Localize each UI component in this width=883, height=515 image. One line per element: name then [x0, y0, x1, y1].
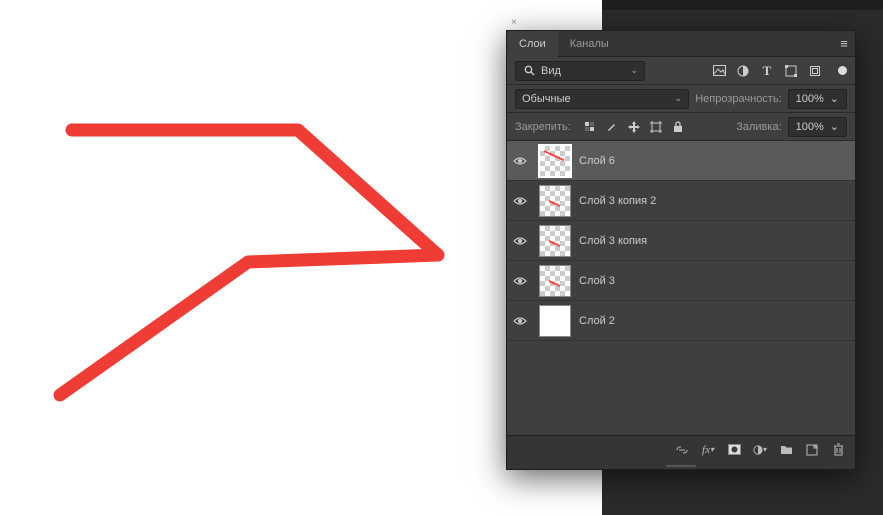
filter-toggle-icon[interactable] [838, 66, 847, 75]
lock-fill-row: Закрепить: Заливка: 100% ⌄ [507, 113, 855, 141]
layer-row[interactable]: Слой 3 [507, 261, 855, 301]
search-icon [522, 64, 536, 78]
panel-tabs: Слои Каналы ≡ [507, 31, 855, 57]
chevron-down-icon: ⌄ [827, 120, 842, 133]
chevron-down-icon: ⌄ [675, 93, 683, 104]
image-icon[interactable] [712, 64, 726, 78]
fill-label: Заливка: [736, 121, 781, 133]
layer-row[interactable]: Слой 3 копия [507, 221, 855, 261]
shape-icon[interactable] [784, 64, 798, 78]
panel-menu-icon[interactable]: ≡ [833, 36, 855, 51]
link-icon[interactable] [675, 443, 689, 457]
layer-name[interactable]: Слой 3 копия [579, 235, 647, 247]
layer-thumbnail[interactable] [539, 225, 571, 257]
new-layer-icon[interactable] [805, 443, 819, 457]
layer-filter-row: Вид ⌄ T [507, 57, 855, 85]
layer-thumbnail[interactable] [539, 305, 571, 337]
trash-icon[interactable] [831, 443, 845, 457]
layer-name[interactable]: Слой 2 [579, 315, 615, 327]
opacity-value: 100% [793, 93, 827, 105]
layer-thumbnail[interactable] [539, 185, 571, 217]
filter-kind-select[interactable]: Вид ⌄ [515, 61, 645, 81]
layer-name[interactable]: Слой 3 [579, 275, 615, 287]
opacity-label: Непрозрачность: [695, 93, 781, 105]
blend-mode-select[interactable]: Обычные ⌄ [515, 89, 689, 109]
fx-icon[interactable]: fx▾ [701, 443, 715, 457]
adjust-icon[interactable] [736, 64, 750, 78]
layer-row[interactable]: Слой 3 копия 2 [507, 181, 855, 221]
panel-resize-grip[interactable] [507, 463, 855, 469]
chevron-down-icon: ⌄ [630, 65, 638, 76]
lock-brush-icon[interactable] [605, 120, 619, 134]
layer-thumbnail[interactable] [539, 145, 571, 177]
panel-close-icon[interactable]: × [511, 17, 523, 29]
blend-mode-value: Обычные [522, 93, 571, 105]
visibility-eye-icon[interactable] [513, 196, 531, 206]
adjustment-icon[interactable]: ▾ [753, 443, 767, 457]
visibility-eye-icon[interactable] [513, 236, 531, 246]
group-icon[interactable] [779, 443, 793, 457]
layer-name[interactable]: Слой 6 [579, 155, 615, 167]
layer-row[interactable]: Слой 2 [507, 301, 855, 341]
visibility-eye-icon[interactable] [513, 316, 531, 326]
visibility-eye-icon[interactable] [513, 156, 531, 166]
layer-name[interactable]: Слой 3 копия 2 [579, 195, 656, 207]
layers-panel: × Слои Каналы ≡ Вид ⌄ T Обы [506, 30, 856, 470]
tab-channels[interactable]: Каналы [558, 31, 621, 57]
layer-row[interactable]: Слой 6 [507, 141, 855, 181]
blend-opacity-row: Обычные ⌄ Непрозрачность: 100% ⌄ [507, 85, 855, 113]
filter-kind-label: Вид [541, 65, 561, 77]
layer-list: Слой 6 Слой 3 копия 2 Слой 3 копия Слой 3 Сл… [507, 141, 855, 435]
fill-value: 100% [793, 121, 827, 133]
panel-bottom-toolbar: fx▾ ▾ [507, 435, 855, 463]
lock-artboard-icon[interactable] [649, 120, 663, 134]
fill-input[interactable]: 100% ⌄ [788, 117, 847, 137]
visibility-eye-icon[interactable] [513, 276, 531, 286]
layer-thumbnail[interactable] [539, 265, 571, 297]
chevron-down-icon: ⌄ [827, 92, 842, 105]
lock-move-icon[interactable] [627, 120, 641, 134]
opacity-input[interactable]: 100% ⌄ [788, 89, 847, 109]
type-icon[interactable]: T [760, 64, 774, 78]
mask-icon[interactable] [727, 443, 741, 457]
smart-icon[interactable] [808, 64, 822, 78]
tab-layers[interactable]: Слои [507, 31, 558, 57]
lock-pixels-icon[interactable] [583, 120, 597, 134]
lock-all-icon[interactable] [671, 120, 685, 134]
lock-label: Закрепить: [515, 121, 571, 133]
